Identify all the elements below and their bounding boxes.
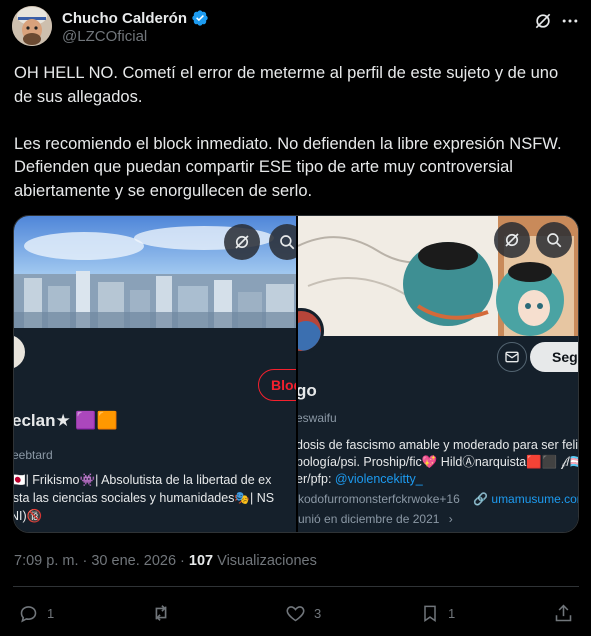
joined-text: unió en diciembre de 2021: [298, 512, 440, 526]
profile-avatar: [14, 332, 28, 372]
profile-bio-line: NI)🔞: [14, 509, 43, 523]
tweet-paragraph: OH HELL NO. Cometí el error de meterme a…: [14, 64, 559, 106]
message-icon[interactable]: [497, 342, 527, 372]
author-avatar[interactable]: [12, 6, 52, 46]
bookmark-button[interactable]: 1: [420, 598, 455, 628]
heart-icon: [286, 605, 305, 621]
reply-icon: [20, 605, 37, 622]
bookmark-count: 1: [448, 605, 456, 621]
profile-bio-line: 🇯🇵| Frikismo👾| Absolutista de la liberta…: [14, 473, 272, 487]
media-image-right[interactable]: Segu go eswaifu dosis de fascismo amable…: [298, 216, 579, 532]
tweet-time[interactable]: 7:09 p. m. · 30 ene. 2026 ·: [14, 553, 189, 569]
profile-bio-line: er/pfp: @violencekitty_: [298, 470, 423, 488]
link-icon: 🔗: [473, 492, 489, 506]
grok-icon[interactable]: [494, 222, 530, 258]
tweet-header: Chucho Calderón @LZCOficial: [12, 6, 579, 46]
bio-mention-link[interactable]: @violencekitty_: [335, 472, 423, 486]
share-icon: [555, 604, 572, 621]
tweet-actions-bar: 1 3 1: [0, 598, 591, 628]
reply-count: 1: [47, 605, 55, 621]
profile-joined-row: unió en diciembre de 2021 ›: [298, 512, 453, 526]
like-count: 3: [314, 605, 322, 621]
author-name-row[interactable]: Chucho Calderón: [62, 9, 209, 27]
more-options-icon[interactable]: [559, 10, 581, 32]
grok-icon[interactable]: [532, 10, 554, 32]
author-display-name[interactable]: Chucho Calderón: [62, 10, 187, 27]
profile-bio-line: dosis de fascismo amable y moderado para…: [298, 438, 579, 452]
views-label: Visualizaciones: [213, 553, 317, 569]
media-image-left[interactable]: Bloq eclan★ 🟪🟧 eebtard 🇯🇵| Frikismo👾| Ab…: [14, 216, 296, 532]
bio-text: er/pfp:: [298, 472, 335, 486]
author-handle[interactable]: @LZCOficial: [62, 28, 147, 45]
profile-name: eclan★ 🟪🟧: [14, 411, 118, 430]
block-button[interactable]: Bloq: [258, 369, 296, 401]
profile-bio-line: pología/psi. Proship/fic💖 HildⒶnarquista…: [298, 455, 579, 469]
verified-badge-icon: [191, 9, 209, 27]
profile-tags: kodofurromonsterfckrwoke+16: [298, 492, 460, 506]
share-button[interactable]: [553, 598, 574, 628]
follow-button[interactable]: Segu: [530, 342, 578, 372]
repost-button[interactable]: [150, 598, 180, 628]
bookmark-icon: [424, 605, 436, 622]
like-button[interactable]: 3: [285, 598, 321, 628]
profile-bio-line: ista las ciencias sociales y humanidades…: [14, 491, 275, 505]
profile-website-link[interactable]: umamusume.com: [491, 492, 578, 506]
profile-handle: eswaifu: [298, 411, 337, 425]
grok-icon[interactable]: [224, 224, 260, 260]
profile-meta-row: kodofurromonsterfckrwoke+16 🔗 umamusume.…: [298, 492, 578, 506]
search-icon[interactable]: [536, 222, 572, 258]
divider-line: [13, 586, 579, 587]
tweet-text: OH HELL NO. Cometí el error de meterme a…: [14, 62, 579, 203]
views-count: 107: [188, 553, 214, 569]
profile-name: go: [298, 381, 317, 400]
reply-button[interactable]: 1: [18, 598, 54, 628]
tweet-paragraph: Les recomiendo el block inmediato. No de…: [14, 134, 562, 200]
repost-icon: [155, 605, 167, 621]
profile-handle: eebtard: [14, 448, 53, 462]
tweet-timestamp[interactable]: 7:09 p. m. · 30 ene. 2026 · 107 Visualiz…: [14, 553, 317, 569]
chevron-right-icon: ›: [448, 512, 453, 526]
tweet-media-grid[interactable]: Bloq eclan★ 🟪🟧 eebtard 🇯🇵| Frikismo👾| Ab…: [13, 215, 579, 533]
